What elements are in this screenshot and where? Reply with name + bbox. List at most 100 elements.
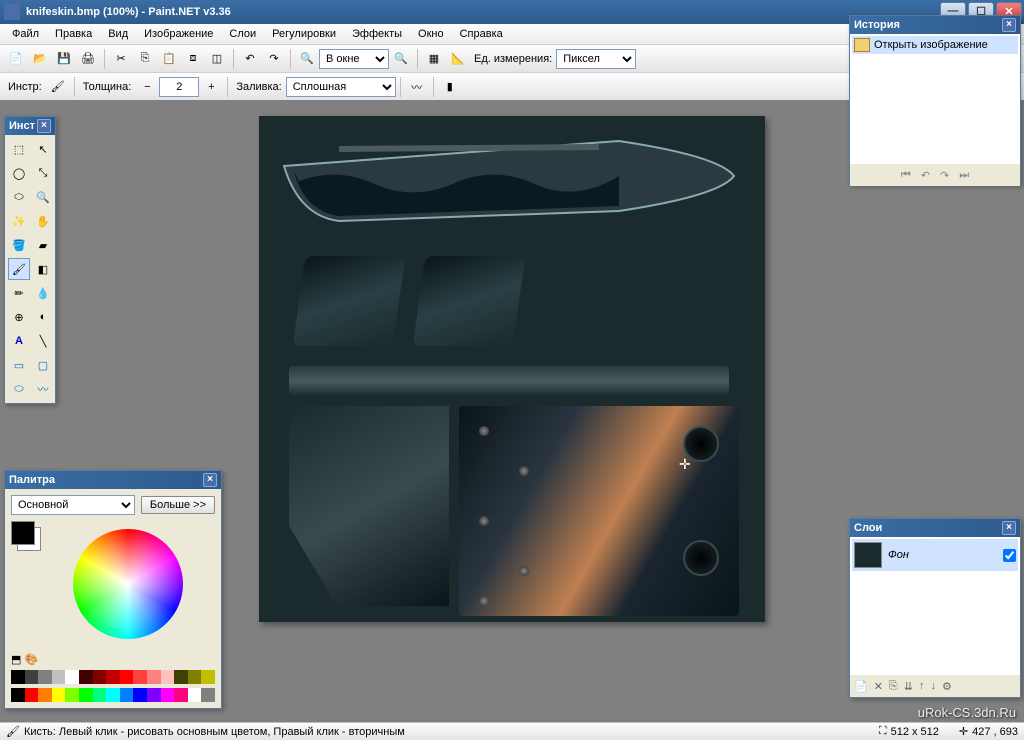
color-swatch[interactable] bbox=[147, 670, 161, 684]
undo-button[interactable]: ↶ bbox=[239, 48, 261, 70]
paste-button[interactable]: 📋 bbox=[158, 48, 180, 70]
zoom-tool[interactable]: 🔍 bbox=[32, 186, 54, 208]
color-swatch[interactable] bbox=[11, 688, 25, 702]
grid-button[interactable]: ▦ bbox=[423, 48, 445, 70]
color-swatch[interactable] bbox=[25, 688, 39, 702]
menu-image[interactable]: Изображение bbox=[136, 26, 221, 42]
color-swatch[interactable] bbox=[11, 670, 25, 684]
color-swatch[interactable] bbox=[38, 688, 52, 702]
menu-layers[interactable]: Слои bbox=[221, 26, 264, 42]
magic-wand-tool[interactable]: ✨ bbox=[8, 210, 30, 232]
units-select[interactable]: Пиксел bbox=[556, 49, 636, 69]
color-swatch[interactable] bbox=[161, 688, 175, 702]
layer-merge-button[interactable]: ⇊ bbox=[904, 680, 913, 693]
color-swatch[interactable] bbox=[188, 688, 202, 702]
layer-delete-button[interactable]: ✕ bbox=[874, 680, 883, 693]
print-button[interactable]: 🖨 bbox=[77, 48, 99, 70]
history-titlebar[interactable]: История × bbox=[850, 16, 1020, 34]
move-pixels-tool[interactable]: ⤡ bbox=[32, 162, 54, 184]
toolbox-close-button[interactable]: × bbox=[37, 119, 51, 133]
lasso-tool[interactable]: ◯ bbox=[8, 162, 30, 184]
cut-button[interactable]: ✂ bbox=[110, 48, 132, 70]
history-first-button[interactable]: ⏮ bbox=[901, 169, 911, 182]
color-swatch[interactable] bbox=[188, 670, 202, 684]
brush-tool[interactable]: 🖌 bbox=[8, 258, 30, 280]
crop-button[interactable]: ⧈ bbox=[182, 48, 204, 70]
color-swatch[interactable] bbox=[25, 670, 39, 684]
ruler-button[interactable]: 📐 bbox=[447, 48, 469, 70]
ellipse-select-tool[interactable]: ⬭ bbox=[8, 186, 30, 208]
color-swatch[interactable] bbox=[120, 688, 134, 702]
move-selection-tool[interactable]: ↖ bbox=[32, 138, 54, 160]
layer-props-button[interactable]: ⚙ bbox=[942, 680, 952, 693]
history-last-button[interactable]: ⏭ bbox=[959, 169, 969, 182]
layers-titlebar[interactable]: Слои × bbox=[850, 519, 1020, 537]
color-swatch[interactable] bbox=[201, 688, 215, 702]
thickness-minus-button[interactable]: − bbox=[136, 76, 158, 98]
deselect-button[interactable]: ◫ bbox=[206, 48, 228, 70]
color-swatch[interactable] bbox=[106, 688, 120, 702]
color-swatch[interactable] bbox=[174, 670, 188, 684]
history-window[interactable]: История × Открыть изображение ⏮ ↶ ↷ ⏭ bbox=[849, 15, 1021, 185]
color-swatch[interactable] bbox=[52, 688, 66, 702]
eraser-tool[interactable]: ◧ bbox=[32, 258, 54, 280]
canvas[interactable]: ✛ bbox=[259, 116, 765, 622]
menu-edit[interactable]: Правка bbox=[47, 26, 100, 42]
pencil-tool[interactable]: ✏ bbox=[8, 282, 30, 304]
blend-button[interactable]: ▮ bbox=[439, 76, 461, 98]
color-picker-tool[interactable]: 💧 bbox=[32, 282, 54, 304]
color-wheel[interactable] bbox=[73, 529, 183, 639]
gradient-tool[interactable]: ▰ bbox=[32, 234, 54, 256]
color-swatch[interactable] bbox=[133, 670, 147, 684]
redo-button[interactable]: ↷ bbox=[263, 48, 285, 70]
color-swatch[interactable] bbox=[161, 670, 175, 684]
primary-color-swatch[interactable] bbox=[11, 521, 35, 545]
color-swatch[interactable] bbox=[93, 688, 107, 702]
color-swatch[interactable] bbox=[201, 670, 215, 684]
toolbox-titlebar[interactable]: Инст × bbox=[5, 117, 55, 135]
open-button[interactable]: 📂 bbox=[29, 48, 51, 70]
color-swatch[interactable] bbox=[79, 688, 93, 702]
thickness-input[interactable] bbox=[159, 77, 199, 97]
layer-visibility-checkbox[interactable] bbox=[1003, 549, 1016, 562]
menu-effects[interactable]: Эффекты bbox=[344, 26, 410, 42]
layer-new-button[interactable]: 📄 bbox=[854, 680, 868, 693]
color-swatch[interactable] bbox=[106, 670, 120, 684]
layer-item[interactable]: Фон bbox=[852, 539, 1018, 571]
history-item[interactable]: Открыть изображение bbox=[852, 36, 1018, 54]
layer-down-button[interactable]: ↓ bbox=[930, 680, 936, 692]
clone-tool[interactable]: ⊕ bbox=[8, 306, 30, 328]
toolbox-window[interactable]: Инст × ⬚ ↖ ◯ ⤡ ⬭ 🔍 ✨ ✋ 🪣 ▰ 🖌 ◧ ✏ 💧 ⊕ ◐ A… bbox=[4, 116, 56, 404]
more-colors-button[interactable]: Больше >> bbox=[141, 496, 215, 514]
history-redo-button[interactable]: ↷ bbox=[940, 169, 949, 182]
history-undo-button[interactable]: ↶ bbox=[921, 169, 930, 182]
pan-tool[interactable]: ✋ bbox=[32, 210, 54, 232]
rect-select-tool[interactable]: ⬚ bbox=[8, 138, 30, 160]
palette-titlebar[interactable]: Палитра × bbox=[5, 471, 221, 489]
palette-close-button[interactable]: × bbox=[203, 473, 217, 487]
line-tool[interactable]: ╲ bbox=[32, 330, 54, 352]
freeform-tool[interactable]: 〰 bbox=[32, 378, 54, 400]
layer-up-button[interactable]: ↑ bbox=[919, 680, 925, 692]
thickness-plus-button[interactable]: + bbox=[200, 76, 222, 98]
layer-duplicate-button[interactable]: ⎘ bbox=[889, 680, 898, 693]
brush-indicator-icon[interactable]: 🖌 bbox=[47, 76, 69, 98]
ellipse-tool[interactable]: ⬭ bbox=[8, 378, 30, 400]
color-swatch[interactable] bbox=[133, 688, 147, 702]
color-swatch[interactable] bbox=[147, 688, 161, 702]
menu-file[interactable]: Файл bbox=[4, 26, 47, 42]
palette-window[interactable]: Палитра × Основной Больше >> ⬒ 🎨 bbox=[4, 470, 222, 709]
new-button[interactable]: 📄 bbox=[5, 48, 27, 70]
color-swatch[interactable] bbox=[93, 670, 107, 684]
text-tool[interactable]: A bbox=[8, 330, 30, 352]
color-swatch[interactable] bbox=[52, 670, 66, 684]
zoom-out-button[interactable]: 🔍 bbox=[390, 48, 412, 70]
history-close-button[interactable]: × bbox=[1002, 18, 1016, 32]
menu-help[interactable]: Справка bbox=[452, 26, 511, 42]
color-swatch[interactable] bbox=[65, 688, 79, 702]
antialias-button[interactable]: 〰 bbox=[406, 76, 428, 98]
fill-tool[interactable]: 🪣 bbox=[8, 234, 30, 256]
copy-button[interactable]: ⎘ bbox=[134, 48, 156, 70]
color-swatch[interactable] bbox=[38, 670, 52, 684]
save-button[interactable]: 💾 bbox=[53, 48, 75, 70]
